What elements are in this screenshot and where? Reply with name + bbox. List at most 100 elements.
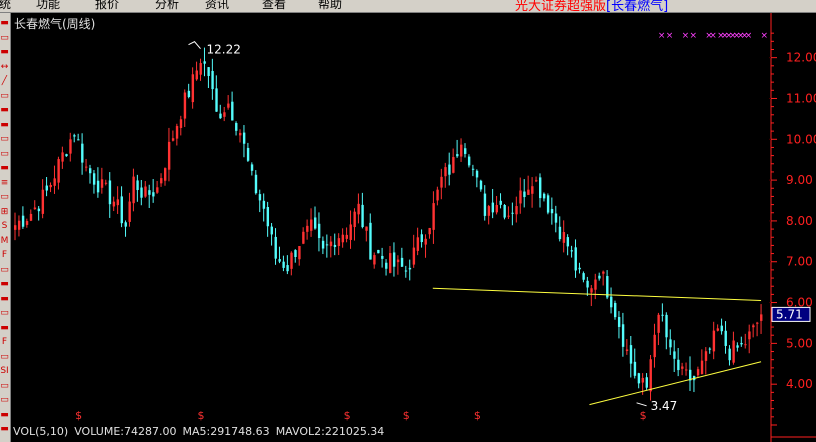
menu-info[interactable]: 资讯 <box>205 0 229 12</box>
toolbar-tool-icon[interactable]: F <box>0 336 9 348</box>
candle-body <box>337 238 341 247</box>
menu-analysis[interactable]: 分析 <box>155 0 179 12</box>
candle-body <box>708 348 712 350</box>
candle-body <box>250 164 254 171</box>
vol-label[interactable]: VOL(5,10) <box>13 425 68 438</box>
toolbar-tool-icon[interactable]: ▭ <box>0 307 9 319</box>
toolbar-tool-icon[interactable]: ▭ <box>0 351 9 363</box>
candle-body <box>314 217 317 229</box>
toolbar-tool-icon[interactable]: ▭ <box>0 133 9 145</box>
candle-body <box>448 164 451 175</box>
toolbar-tool-icon[interactable]: ▬ <box>0 278 9 290</box>
price-axis-label: 9.00 <box>786 173 813 187</box>
candle-body <box>432 203 435 230</box>
candle-body <box>491 202 495 213</box>
toolbar-tool-icon[interactable]: M <box>0 235 9 247</box>
candle-body <box>562 232 566 243</box>
candle-body <box>258 194 262 201</box>
toolbar-tool-icon[interactable]: ▬ <box>0 17 9 29</box>
candle-body <box>381 255 384 259</box>
toolbar-tool-icon[interactable]: ▬ <box>0 293 9 305</box>
candlestick-chart[interactable]: 4.005.006.007.008.009.0010.0011.0012.001… <box>0 0 816 442</box>
candle-body <box>92 173 96 185</box>
candle-body <box>673 351 676 359</box>
candle-body <box>696 369 700 376</box>
candle-body <box>574 247 577 271</box>
candle-body <box>598 275 601 279</box>
candle-body <box>29 213 33 221</box>
menu-function[interactable]: 功能 <box>36 0 60 12</box>
candle-body <box>617 317 621 327</box>
toolbar-tool-icon[interactable]: ▬ <box>0 423 9 435</box>
candle-body <box>191 74 195 103</box>
toolbar-tool-icon[interactable]: ▬ <box>0 322 9 334</box>
candle-body <box>507 215 510 217</box>
toolbar-tool-icon[interactable]: ▭ <box>0 191 9 203</box>
candle-body <box>736 345 739 348</box>
candle-body <box>377 249 380 254</box>
candle-body <box>385 262 388 269</box>
candle-body <box>306 225 309 232</box>
toolbar-tool-icon[interactable]: ▭ <box>0 90 9 102</box>
candle-body <box>523 191 526 198</box>
candle-body <box>732 340 735 363</box>
candle-body <box>85 166 88 168</box>
toolbar-tool-icon[interactable]: ▬ <box>0 46 9 58</box>
candle-body <box>310 219 313 231</box>
candle-body <box>752 325 755 328</box>
toolbar-tool-icon[interactable]: ╱ <box>0 75 9 87</box>
candle-body <box>677 359 680 371</box>
toolbar-tool-icon[interactable]: ▭ <box>0 148 9 160</box>
menu-quote[interactable]: 报价 <box>95 0 119 12</box>
toolbar-tool-icon[interactable]: ⊞ <box>0 206 9 218</box>
menu-help[interactable]: 帮助 <box>318 0 342 12</box>
menu-view[interactable]: 查看 <box>262 0 286 12</box>
candle-body <box>160 178 163 184</box>
candle-body <box>625 349 629 351</box>
menu-system[interactable]: 统 <box>0 0 11 12</box>
candle-body <box>566 237 570 247</box>
toolbar-tool-icon[interactable]: ▬ <box>0 162 9 174</box>
candle-body <box>77 139 80 141</box>
candle-body <box>231 101 234 121</box>
candle-body <box>657 314 660 333</box>
toolbar-tool-icon[interactable]: ↔ <box>0 61 9 73</box>
price-axis-label: 7.00 <box>786 255 813 269</box>
candle-body <box>499 200 502 205</box>
candle-body <box>25 221 29 225</box>
candle-body <box>424 238 427 245</box>
signal-cross-marker: × <box>709 31 717 41</box>
toolbar-tool-icon[interactable]: ▬ <box>0 104 9 116</box>
broker-stock: [长春燃气] <box>606 0 669 13</box>
toolbar-tool-icon[interactable]: ▭ <box>0 394 9 406</box>
toolbar-tool-icon[interactable]: F <box>0 249 9 261</box>
candle-body <box>278 259 281 262</box>
candle-body <box>175 126 179 139</box>
price-axis-label: 5.00 <box>786 336 813 350</box>
candle-body <box>594 279 597 290</box>
toolbar-tool-icon[interactable]: ▭ <box>0 380 9 392</box>
candle-body <box>33 207 37 210</box>
candle-body <box>321 240 325 249</box>
candle-body <box>740 342 743 345</box>
toolbar-tool-icon[interactable]: S <box>0 220 9 232</box>
candle-body <box>685 369 688 371</box>
candle-body <box>329 241 333 247</box>
candle-body <box>167 141 171 170</box>
candle-body <box>467 156 471 166</box>
candle-body <box>661 314 664 316</box>
toolbar-tool-icon[interactable]: ≡ <box>0 177 9 189</box>
dollar-marker: $ <box>640 409 647 422</box>
toolbar-tool-icon[interactable]: SI <box>0 365 9 377</box>
candle-body <box>164 168 167 181</box>
toolbar-tool-icon[interactable]: ▭ <box>0 32 9 44</box>
candle-body <box>81 143 84 163</box>
trendline-upper <box>432 287 762 302</box>
toolbar-tool-icon[interactable]: ▬ <box>0 409 9 421</box>
period-high-label: 12.22 <box>207 43 241 57</box>
candle-body <box>294 250 297 258</box>
toolbar-tool-icon[interactable]: ▭ <box>0 264 9 276</box>
toolbar-tool-icon[interactable]: ▬ <box>0 119 9 131</box>
broker-title: 光大证券超强版[长春燃气] <box>515 0 669 13</box>
candle-body <box>582 273 585 280</box>
